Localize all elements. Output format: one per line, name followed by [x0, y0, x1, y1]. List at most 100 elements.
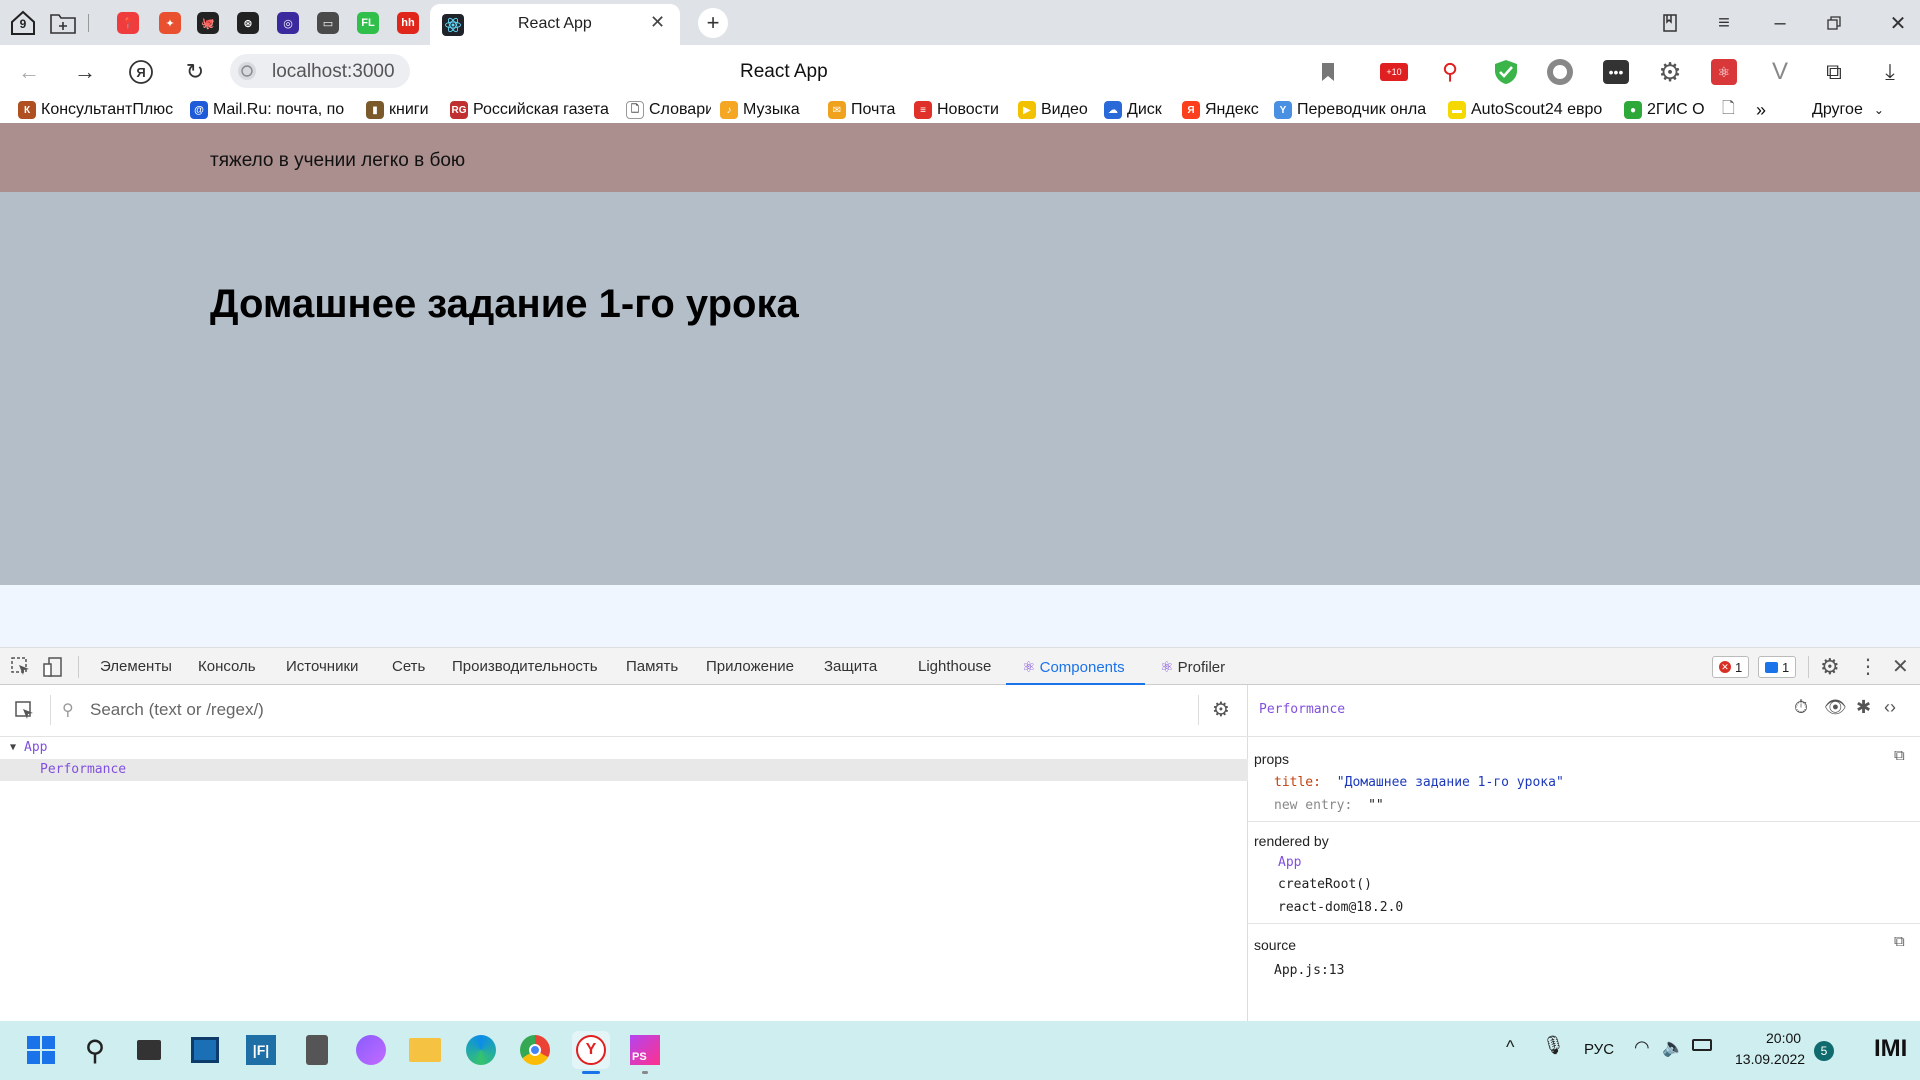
yandex-home-button[interactable]: Я [126, 57, 156, 87]
bookmark-item[interactable]: ▶ Видео [1018, 99, 1098, 121]
new-tab-group-button[interactable] [48, 8, 78, 38]
ext-translate-icon[interactable]: ⧉ [1820, 58, 1848, 86]
taskbar-search-button[interactable]: ⚲ [76, 1031, 114, 1069]
triangle-down-icon[interactable]: ▼ [10, 742, 16, 753]
notifications-badge[interactable]: 5 [1814, 1041, 1834, 1061]
messages-badge[interactable]: 1 [1758, 656, 1797, 678]
close-window-button[interactable]: ✕ [1880, 8, 1916, 38]
devtools-close-button[interactable]: ✕ [1892, 654, 1909, 679]
new-tab-button[interactable]: + [698, 8, 728, 38]
ext-key-icon[interactable]: ⚲ [1436, 58, 1464, 86]
site-info-icon[interactable] [236, 60, 258, 87]
github-icon[interactable]: 🐙 [197, 12, 219, 34]
devtools-tab[interactable]: Консоль [198, 658, 256, 675]
devtools-tab[interactable]: Приложение [706, 658, 794, 675]
fl-icon[interactable]: FL [357, 12, 379, 34]
rendered-by-app[interactable]: App [1278, 855, 1301, 870]
tab-close-icon[interactable]: ✕ [650, 12, 665, 33]
bookmark-item[interactable]: К КонсультантПлюс [18, 99, 178, 121]
menu-button[interactable]: ≡ [1706, 8, 1742, 38]
bookmark-item[interactable]: ✉ Почта [828, 99, 908, 121]
bookmark-item[interactable]: ♪ Музыка [720, 99, 820, 121]
devtools-tab[interactable]: Элементы [100, 658, 172, 675]
devtools-settings-button[interactable]: ⚙ [1820, 654, 1840, 680]
ext-vue-icon[interactable]: V [1766, 58, 1794, 86]
device-toolbar-button[interactable] [42, 656, 64, 683]
devtools-tab[interactable]: Сеть [392, 658, 425, 675]
ext-react-devtools-icon[interactable]: ⚛ [1710, 58, 1738, 86]
tree-node-performance[interactable]: Performance [0, 759, 1248, 781]
yandex-browser-app[interactable]: Y [572, 1031, 610, 1074]
ext-speed-icon[interactable]: +10 [1380, 58, 1408, 86]
inspect-dom-button[interactable]: 👁 [1824, 697, 1847, 718]
bookmark-page-button[interactable] [1314, 58, 1342, 86]
tree-settings-button[interactable]: ⚙ [1212, 697, 1230, 722]
address-text[interactable]: localhost:3000 [272, 61, 395, 83]
devtools-tab[interactable]: Lighthouse [918, 658, 991, 675]
battery-button[interactable] [1692, 1039, 1712, 1051]
view-source-button[interactable]: ‹› [1884, 697, 1896, 718]
maps-icon[interactable]: 📍 [117, 12, 139, 34]
calculator-app[interactable] [298, 1031, 336, 1069]
suspend-toggle-button[interactable]: ⏱ [1794, 697, 1808, 718]
bookmark-item[interactable]: ▬ AutoScout24 евро [1448, 99, 1616, 121]
bookmark-item[interactable]: Y Переводчик онла [1274, 99, 1436, 121]
space-icon[interactable]: ◎ [277, 12, 299, 34]
collections-button[interactable] [1652, 8, 1688, 38]
bookmark-item[interactable]: ☁ Диск [1104, 99, 1176, 121]
back-button[interactable]: ← [14, 57, 44, 87]
bookmarks-other-folder[interactable]: Другое ⌄ [1812, 99, 1884, 121]
devtools-tab[interactable]: Память [626, 658, 678, 675]
errors-badge[interactable]: ✕ 1 [1712, 656, 1750, 678]
log-to-console-button[interactable]: ✱ [1856, 697, 1871, 718]
devtools-tab[interactable]: ⚛ Components [1022, 658, 1125, 676]
bookmark-item[interactable]: ▮ книги [366, 99, 441, 121]
volume-button[interactable]: 🔈 [1662, 1037, 1684, 1058]
components-search-input[interactable] [90, 700, 1090, 720]
bookmarks-overflow-button[interactable]: » [1756, 99, 1766, 121]
select-component-button[interactable] [14, 700, 36, 727]
reload-button[interactable]: ↻ [180, 57, 210, 87]
bookmark-page-icon[interactable]: 🗋 [1722, 99, 1735, 121]
widgets-button[interactable] [186, 1031, 224, 1069]
prop-value[interactable]: "Домашнее задание 1-го урока" [1337, 775, 1564, 790]
ext-dots-icon[interactable]: ••• [1602, 58, 1630, 86]
bookmark-item[interactable]: @ Mail.Ru: почта, по [190, 99, 350, 121]
edge-app[interactable] [462, 1031, 500, 1069]
terminal-icon[interactable]: ▭ [317, 12, 339, 34]
tray-overflow-button[interactable]: ^ [1506, 1037, 1514, 1058]
forward-button[interactable]: → [70, 57, 100, 87]
bookmark-item[interactable]: RG Российская газета [450, 99, 620, 121]
figma-app[interactable]: |F| [242, 1031, 280, 1069]
bookmark-item[interactable]: 🗋 Словари [626, 99, 711, 121]
tree-node-app[interactable]: ▼ App [0, 737, 1248, 759]
habr-icon[interactable]: ✦ [159, 12, 181, 34]
restore-button[interactable] [1816, 8, 1852, 38]
devtools-more-button[interactable]: ⋮ [1858, 654, 1878, 679]
phpstorm-app[interactable]: PS [626, 1031, 664, 1074]
bookmark-item[interactable]: Я Яндекс [1182, 99, 1268, 121]
prop-row[interactable]: title: "Домашнее задание 1-го урока" [1274, 775, 1564, 790]
wifi-button[interactable]: ◠ [1634, 1037, 1650, 1058]
task-view-button[interactable] [130, 1031, 168, 1069]
bookmark-item[interactable]: ≡ Новости [914, 99, 1010, 121]
microphone-button[interactable]: 🎙 [1542, 1035, 1565, 1056]
devtools-tab[interactable]: ⚛ Profiler [1160, 658, 1225, 676]
prop-value[interactable]: "" [1368, 798, 1384, 813]
prop-row[interactable]: new entry: "" [1274, 798, 1384, 813]
ext-gear-icon[interactable]: ⚙ [1656, 57, 1684, 87]
clock-time[interactable]: 20:00 [1766, 1030, 1801, 1046]
minimize-button[interactable]: – [1762, 8, 1798, 38]
copy-source-button[interactable]: ⧉ [1894, 933, 1905, 950]
devtools-tab[interactable]: Защита [824, 658, 877, 675]
openai-icon[interactable]: ⊛ [237, 12, 259, 34]
copy-props-button[interactable]: ⧉ [1894, 747, 1905, 764]
devtools-tab[interactable]: Источники [286, 658, 358, 675]
hh-icon[interactable]: hh [397, 12, 419, 34]
chrome-app[interactable] [516, 1031, 554, 1069]
file-explorer-app[interactable] [406, 1031, 444, 1069]
source-location[interactable]: App.js:13 [1274, 963, 1344, 978]
copilot-button[interactable]: IMI [1874, 1035, 1907, 1063]
ext-shield-icon[interactable] [1492, 58, 1520, 86]
devtools-tab[interactable]: Производительность [452, 658, 598, 675]
